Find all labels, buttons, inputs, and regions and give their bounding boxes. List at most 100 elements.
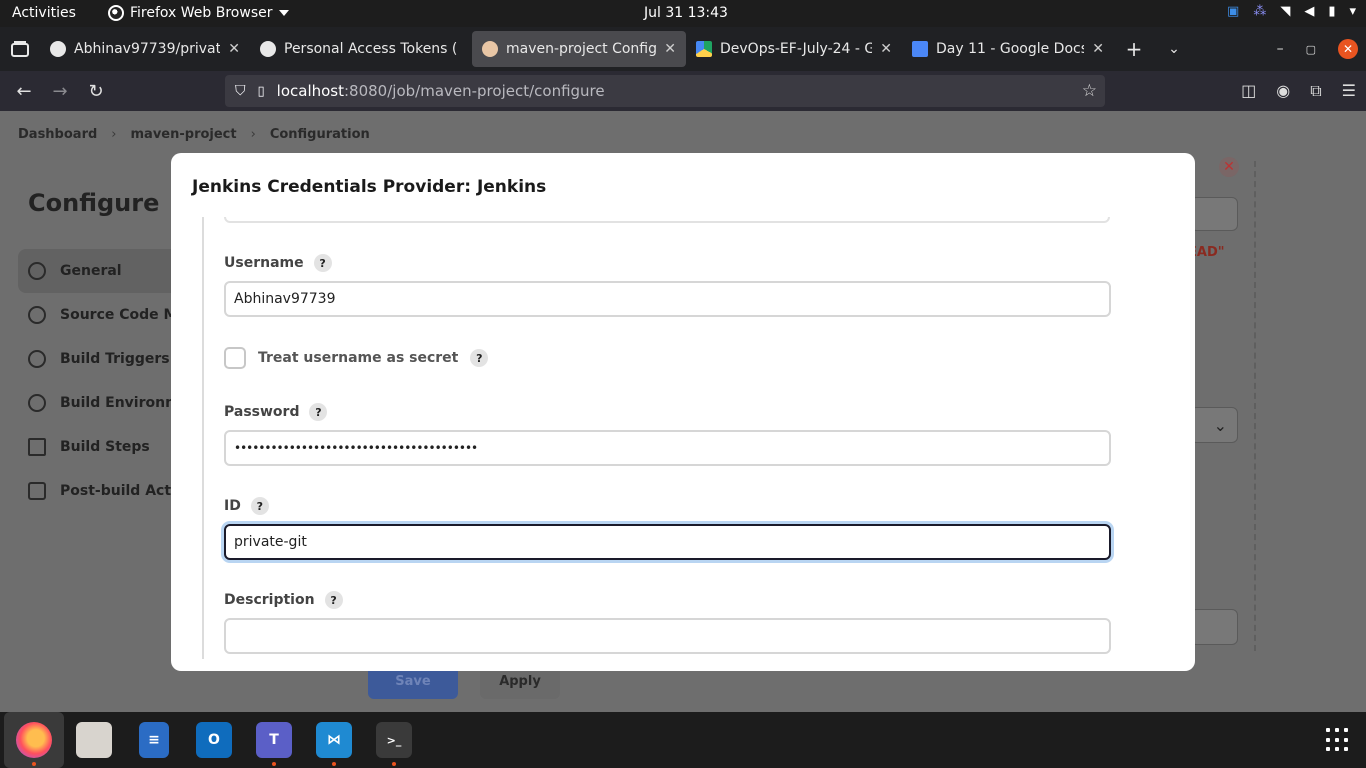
close-icon[interactable]: ✕ — [1092, 41, 1104, 57]
battery-icon[interactable]: ▮ — [1328, 4, 1335, 19]
dialog-title: Jenkins Credentials Provider: Jenkins — [192, 177, 547, 197]
reload-icon[interactable]: ↻ — [78, 81, 114, 102]
help-icon[interactable]: ? — [324, 591, 343, 609]
url-text[interactable]: localhost:8080/job/maven-project/configu… — [277, 82, 605, 100]
close-icon[interactable]: ✕ — [1219, 157, 1239, 177]
dock-firefox[interactable] — [4, 712, 64, 768]
section-bar — [202, 217, 204, 659]
tab-maven-config[interactable]: maven-project Config [Je ✕ — [472, 31, 686, 67]
clock[interactable]: Jul 31 13:43 — [644, 5, 728, 21]
dock-vscode[interactable]: ⋈ — [304, 712, 364, 768]
page-icon[interactable]: ▯ — [258, 84, 265, 99]
scope-select[interactable] — [224, 217, 1110, 223]
pocket-icon[interactable]: ◫ — [1241, 81, 1256, 101]
new-tab-button[interactable]: + — [1114, 37, 1154, 61]
system-tray[interactable]: ▣ ⁂ ◥ ◀ ▮ ▾ — [1227, 4, 1356, 19]
sidenav-item-build-environment[interactable]: Build Environme — [18, 381, 190, 425]
google-drive-icon — [696, 41, 712, 57]
tab-access-tokens[interactable]: Personal Access Tokens ( — [250, 31, 472, 67]
extensions-icon[interactable]: ⧉ — [1310, 81, 1321, 101]
username-field[interactable]: Abhinav97739 — [224, 281, 1111, 317]
package-icon — [28, 482, 46, 500]
sidenav-item-build-steps[interactable]: Build Steps — [18, 425, 188, 469]
id-field[interactable]: private-git — [224, 524, 1111, 560]
maximize-icon[interactable]: ▢ — [1306, 43, 1316, 56]
running-indicator — [32, 762, 36, 766]
teams-icon: T — [256, 722, 292, 758]
dock-outlook[interactable]: O — [184, 712, 244, 768]
background-input[interactable] — [1190, 609, 1238, 645]
firefox-icon — [108, 5, 124, 21]
list-all-tabs-button[interactable]: ⌄ — [1154, 41, 1194, 57]
help-icon[interactable]: ? — [250, 497, 269, 515]
background-input[interactable] — [1190, 197, 1238, 231]
forward-arrow-icon[interactable]: → — [42, 81, 78, 102]
sidenav-item-source-code[interactable]: Source Code Ma — [18, 293, 188, 337]
sidenav-item-general[interactable]: General — [18, 249, 188, 293]
toolbar-right: ◫ ◉ ⧉ ☰ — [1241, 81, 1356, 101]
chevron-right-icon: › — [250, 127, 256, 142]
window-close-icon[interactable]: ✕ — [1338, 39, 1358, 59]
dock-text-editor[interactable]: ≡ — [124, 712, 184, 768]
close-icon[interactable]: ✕ — [228, 41, 240, 57]
password-label: Password ? — [224, 403, 328, 421]
breadcrumb-configuration[interactable]: Configuration — [270, 127, 370, 142]
dialog-body: Username ? Abhinav97739 Treat username a… — [202, 217, 1182, 671]
sidenav-item-post-build[interactable]: Post-build Action — [18, 469, 195, 513]
chevron-down-icon[interactable]: ▾ — [1349, 4, 1356, 19]
account-icon[interactable]: ◉ — [1276, 81, 1290, 101]
volume-icon[interactable]: ◀ — [1304, 4, 1314, 19]
outlook-tray-icon[interactable]: ▣ — [1227, 4, 1239, 19]
gear-icon — [28, 262, 46, 280]
close-icon[interactable]: ✕ — [880, 41, 892, 57]
sidenav-label: General — [60, 263, 122, 279]
credentials-dialog: Jenkins Credentials Provider: Jenkins Us… — [171, 153, 1195, 671]
firefox-view-button[interactable] — [0, 27, 40, 71]
navigation-toolbar: ← → ↻ ⛉ ▯ localhost:8080/job/maven-proje… — [0, 71, 1366, 111]
list-icon — [28, 438, 46, 456]
activities-button[interactable]: Activities — [12, 5, 76, 21]
sidenav-item-build-triggers[interactable]: Build Triggers — [18, 337, 188, 381]
branch-icon — [28, 306, 46, 324]
dock-terminal[interactable]: >_ — [364, 712, 424, 768]
description-field[interactable] — [224, 618, 1111, 654]
help-icon[interactable]: ? — [313, 254, 332, 272]
tab-strip: Abhinav97739/private_r ✕ Personal Access… — [0, 27, 1366, 71]
chevron-down-icon — [278, 10, 289, 16]
chevron-down-icon: ⌄ — [1213, 416, 1227, 435]
background-select[interactable]: ⌄ — [1190, 407, 1238, 443]
outlook-icon: O — [196, 722, 232, 758]
app-menu[interactable]: Firefox Web Browser — [108, 5, 289, 21]
help-icon[interactable]: ? — [470, 349, 489, 367]
dock-teams[interactable]: T — [244, 712, 304, 768]
sidenav-label: Build Triggers — [60, 351, 170, 367]
teams-tray-icon[interactable]: ⁂ — [1253, 4, 1266, 19]
dock-files[interactable] — [64, 712, 124, 768]
tab-google-docs[interactable]: Day 11 - Google Docs ✕ — [902, 31, 1114, 67]
breadcrumb-dashboard[interactable]: Dashboard — [18, 127, 97, 142]
treat-username-secret-checkbox[interactable] — [224, 347, 246, 369]
checkbox-label[interactable]: Treat username as secret — [258, 350, 458, 366]
shield-icon[interactable]: ⛉ — [235, 83, 246, 99]
tab-github-repo[interactable]: Abhinav97739/private_r ✕ — [40, 31, 250, 67]
chevron-right-icon: › — [111, 127, 117, 142]
label-text: ID — [224, 498, 241, 514]
back-arrow-icon[interactable]: ← — [6, 81, 42, 102]
tab-google-drive[interactable]: DevOps-EF-July-24 - Goo ✕ — [686, 31, 902, 67]
minimize-icon[interactable]: – — [1277, 41, 1284, 57]
sidenav-label: Build Environme — [60, 395, 190, 411]
url-bar[interactable]: ⛉ ▯ localhost:8080/job/maven-project/con… — [225, 75, 1105, 107]
show-apps-icon[interactable] — [1326, 728, 1350, 752]
breadcrumb-maven-project[interactable]: maven-project — [131, 127, 237, 142]
window-controls: – ▢ ✕ — [1277, 27, 1366, 71]
hamburger-menu-icon[interactable]: ☰ — [1342, 81, 1356, 101]
bookmark-star-icon[interactable]: ☆ — [1082, 81, 1097, 101]
globe-icon — [28, 394, 46, 412]
page-title: Configure — [28, 189, 160, 217]
help-icon[interactable]: ? — [309, 403, 328, 421]
wifi-icon[interactable]: ◥ — [1280, 4, 1290, 19]
close-icon[interactable]: ✕ — [664, 41, 676, 57]
description-label: Description ? — [224, 591, 343, 609]
terminal-icon: >_ — [376, 722, 412, 758]
password-field[interactable]: •••••••••••••••••••••••••••••••••••••••• — [224, 430, 1111, 466]
